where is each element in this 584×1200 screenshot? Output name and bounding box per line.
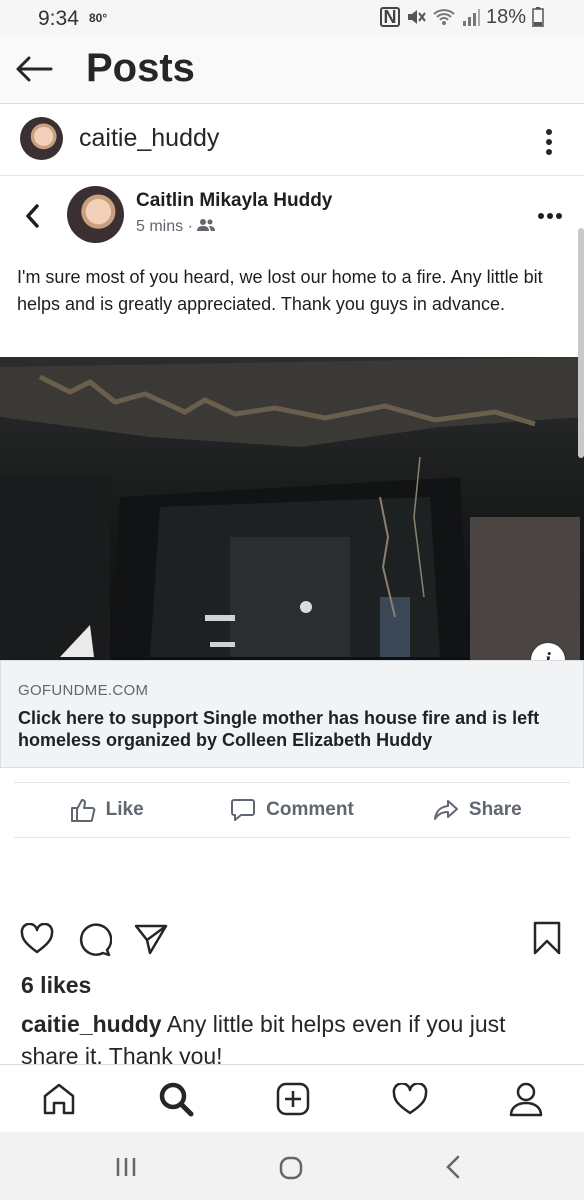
- back-arrow-icon[interactable]: [15, 56, 53, 82]
- comment-label: Comment: [266, 799, 354, 820]
- battery-percent: 18%: [485, 5, 526, 28]
- home-button-icon[interactable]: [278, 1156, 304, 1180]
- battery-icon: [532, 7, 544, 27]
- comment-bubble-icon[interactable]: [78, 923, 112, 957]
- fire-damage-image: [0, 357, 584, 660]
- shared-facebook-post: Caitlin Mikayla Huddy 5 mins · I'm sure …: [0, 176, 584, 838]
- home-icon[interactable]: [41, 1082, 77, 1116]
- save-bookmark-icon[interactable]: [532, 921, 562, 955]
- post-username[interactable]: caitie_huddy: [79, 124, 219, 153]
- bottom-navigation: [0, 1064, 584, 1132]
- system-navigation-bar: [0, 1132, 584, 1200]
- search-icon[interactable]: [158, 1081, 194, 1117]
- share-button[interactable]: Share: [385, 797, 570, 823]
- post-caption: caitie_huddy Any little bit helps even i…: [21, 1008, 566, 1064]
- chevron-left-icon[interactable]: [24, 203, 40, 229]
- signal-icon: [462, 9, 480, 26]
- thumbs-up-icon: [70, 799, 96, 822]
- like-button[interactable]: Like: [14, 797, 199, 823]
- fire-damage-photo[interactable]: [0, 357, 584, 660]
- caption-username[interactable]: caitie_huddy: [21, 1011, 162, 1037]
- wifi-icon: [433, 9, 455, 25]
- nfc-icon: N: [379, 7, 400, 27]
- fb-post-text: I'm sure most of you heard, we lost our …: [17, 267, 543, 314]
- page-title: Posts: [86, 46, 195, 90]
- ig-action-row: [0, 915, 584, 959]
- horizontal-dots-icon[interactable]: [537, 212, 563, 220]
- comment-icon: [231, 799, 256, 821]
- status-temperature: 80°: [89, 11, 108, 25]
- link-title[interactable]: Click here to support Single mother has …: [18, 707, 574, 751]
- recent-apps-icon[interactable]: [114, 1156, 138, 1178]
- fb-author-avatar: [67, 186, 124, 243]
- post-header: caitie_huddy: [0, 104, 584, 176]
- fb-action-bar: Like Comment Share: [14, 782, 570, 838]
- system-back-icon[interactable]: [444, 1154, 462, 1180]
- friends-icon: [197, 219, 216, 231]
- app-header: Posts: [0, 36, 584, 104]
- share-arrow-icon: [433, 800, 458, 820]
- comment-button[interactable]: Comment: [199, 797, 384, 823]
- status-icons: N 18%: [379, 5, 544, 29]
- gofundme-link-card[interactable]: GOFUNDME.COM Click here to support Singl…: [0, 660, 584, 768]
- likes-count[interactable]: 6 likes: [21, 972, 91, 999]
- fb-author-name: Caitlin Mikayla Huddy: [136, 190, 333, 211]
- direct-send-icon[interactable]: [134, 923, 168, 955]
- fb-post-time: 5 mins ·: [136, 218, 216, 236]
- status-bar: 9:34 80° N 18%: [0, 0, 584, 36]
- scroll-indicator: [578, 228, 584, 458]
- like-label: Like: [105, 799, 144, 820]
- activity-heart-icon[interactable]: [392, 1082, 428, 1115]
- mute-icon: [407, 10, 426, 24]
- add-post-icon[interactable]: [275, 1081, 311, 1117]
- like-heart-icon[interactable]: [20, 923, 54, 954]
- share-label: Share: [468, 799, 522, 820]
- status-time: 9:34: [38, 7, 79, 30]
- profile-icon[interactable]: [509, 1081, 543, 1117]
- profile-avatar[interactable]: [20, 117, 63, 160]
- link-domain: GOFUNDME.COM: [18, 682, 149, 699]
- vertical-dots-icon[interactable]: [544, 128, 554, 156]
- fb-time-text: 5 mins ·: [136, 218, 198, 235]
